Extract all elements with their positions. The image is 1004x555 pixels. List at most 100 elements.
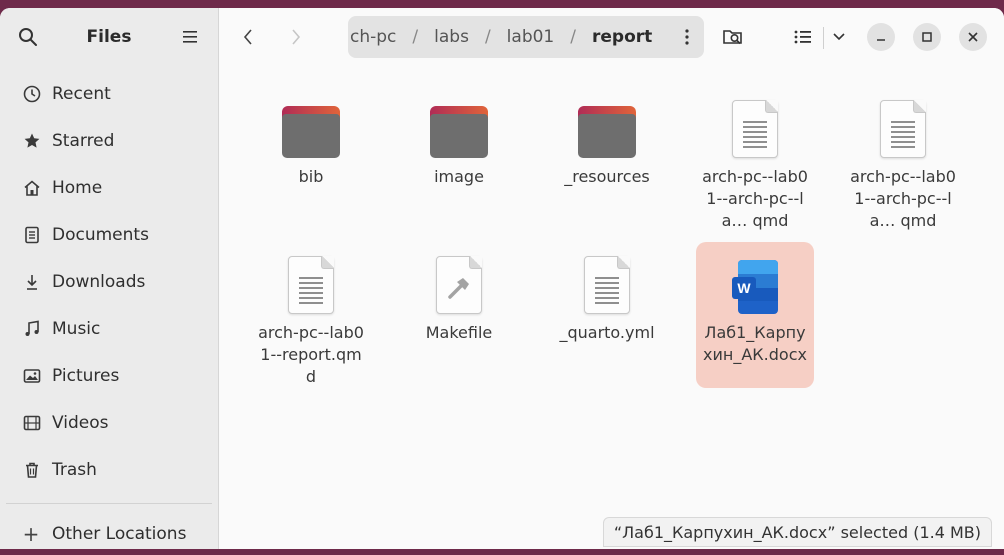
file-item-docx[interactable]: W Лаб1_Карпухин_АК.docx	[696, 242, 814, 388]
pictures-icon	[22, 366, 42, 386]
home-icon	[22, 178, 42, 198]
file-name: arch-pc--lab01--report.qmd	[258, 323, 364, 386]
path-menu-button[interactable]	[670, 20, 704, 54]
sidebar-item-label: Trash	[52, 459, 97, 480]
file-icon-wrap	[252, 92, 370, 158]
sidebar-item-home[interactable]: Home	[0, 164, 218, 211]
sidebar-item-label: Downloads	[52, 271, 146, 292]
header-bar: ch-pc / labs / lab01 / report	[219, 8, 1004, 66]
file-name: arch-pc--lab01--arch-pc--la… qmd	[850, 167, 956, 230]
file-name: _resources	[564, 167, 650, 186]
folder-icon	[578, 106, 636, 158]
files-window: Files Recent Starred Home Documents Down…	[0, 8, 1004, 549]
plus-icon: +	[22, 522, 40, 546]
sidebar-item-label: Home	[52, 177, 103, 198]
text-file-icon	[732, 100, 778, 158]
file-icon-wrap	[696, 92, 814, 158]
chevron-down-icon	[833, 33, 845, 41]
breadcrumb: ch-pc / labs / lab01 / report	[348, 16, 704, 58]
sidebar-item-label: Other Locations	[52, 524, 187, 544]
sidebar-item-downloads[interactable]: Downloads	[0, 258, 218, 305]
close-button[interactable]	[959, 23, 987, 51]
breadcrumb-separator: /	[484, 27, 491, 47]
sidebar-item-documents[interactable]: Documents	[0, 211, 218, 258]
sidebar-item-recent[interactable]: Recent	[0, 70, 218, 117]
sidebar-item-videos[interactable]: Videos	[0, 399, 218, 446]
breadcrumb-item[interactable]: labs	[432, 27, 471, 47]
file-item-report-qmd[interactable]: arch-pc--lab01--report.qmd	[252, 248, 370, 388]
minimize-icon	[877, 39, 885, 41]
view-options-button[interactable]	[825, 23, 853, 51]
file-name: Makefile	[425, 323, 493, 342]
search-button[interactable]	[14, 23, 42, 51]
sidebar-item-label: Music	[52, 318, 101, 339]
sidebar-item-label: Recent	[52, 83, 111, 104]
breadcrumb-item[interactable]: lab01	[505, 27, 557, 47]
file-icon-wrap: W	[696, 248, 814, 314]
file-icon-wrap	[548, 92, 666, 158]
star-icon	[22, 131, 42, 151]
folder-icon	[282, 106, 340, 158]
word-document-icon: W	[732, 260, 778, 314]
back-button[interactable]	[233, 22, 263, 52]
sidebar-places: Recent Starred Home Documents Downloads …	[0, 66, 218, 493]
breadcrumb-item[interactable]: ch-pc	[348, 27, 398, 47]
file-icon-wrap	[400, 92, 518, 158]
close-icon	[968, 32, 978, 42]
text-file-icon	[584, 256, 630, 314]
text-file-icon	[288, 256, 334, 314]
breadcrumb-current[interactable]: report	[590, 27, 654, 47]
view-toggle-button[interactable]	[789, 23, 817, 51]
file-item-qmd-2[interactable]: arch-pc--lab01--arch-pc--la… qmd	[844, 92, 962, 232]
minimize-button[interactable]	[867, 23, 895, 51]
folder-search-icon	[723, 30, 742, 45]
sidebar-item-music[interactable]: Music	[0, 305, 218, 352]
sidebar-item-label: Pictures	[52, 365, 120, 386]
music-icon	[22, 319, 42, 339]
breadcrumb-separator: /	[570, 27, 576, 47]
file-item-makefile[interactable]: Makefile	[400, 248, 518, 344]
breadcrumb-separator: /	[412, 27, 419, 47]
trash-icon	[22, 460, 42, 480]
status-bar: “Лаб1_Карпухин_АК.docx” selected (1.4 MB…	[602, 517, 992, 547]
sidebar-item-other-locations[interactable]: + Other Locations	[0, 518, 218, 549]
sidebar-item-label: Starred	[52, 130, 115, 151]
sidebar-item-label: Videos	[52, 412, 109, 433]
sidebar: Files Recent Starred Home Documents Down…	[0, 8, 219, 549]
file-name: bib	[298, 167, 324, 186]
text-file-icon	[880, 100, 926, 158]
sidebar-header: Files	[0, 8, 218, 66]
file-icon-wrap	[400, 248, 518, 314]
forward-button[interactable]	[281, 22, 311, 52]
file-item-image[interactable]: image	[400, 92, 518, 188]
sidebar-item-starred[interactable]: Starred	[0, 117, 218, 164]
file-item-resources[interactable]: _resources	[548, 92, 666, 188]
chevron-left-icon	[243, 29, 252, 45]
file-icon-wrap	[844, 92, 962, 158]
main-menu-button[interactable]	[176, 23, 204, 51]
makefile-icon	[436, 256, 482, 314]
documents-icon	[22, 225, 42, 245]
downloads-icon	[22, 272, 42, 292]
chevron-right-icon	[292, 29, 301, 45]
toolbar-divider	[823, 27, 824, 49]
file-item-qmd-1[interactable]: arch-pc--lab01--arch-pc--la… qmd	[696, 92, 814, 232]
more-vertical-icon	[685, 29, 689, 45]
sidebar-divider	[6, 503, 212, 504]
folder-icon	[430, 106, 488, 158]
file-grid: bib image _resources arch-pc--lab01--arc…	[219, 66, 1004, 549]
file-name: Лаб1_Карпухин_АК.docx	[703, 323, 807, 364]
sidebar-item-trash[interactable]: Trash	[0, 446, 218, 493]
clock-icon	[22, 84, 42, 104]
videos-icon	[22, 413, 42, 433]
main-view: ch-pc / labs / lab01 / report bib image …	[219, 8, 1004, 549]
file-item-bib[interactable]: bib	[252, 92, 370, 188]
list-view-icon	[794, 30, 811, 44]
maximize-button[interactable]	[913, 23, 941, 51]
search-folder-button[interactable]	[719, 23, 747, 51]
maximize-icon	[922, 32, 932, 42]
app-title: Files	[86, 27, 132, 47]
file-icon-wrap	[252, 248, 370, 314]
sidebar-item-pictures[interactable]: Pictures	[0, 352, 218, 399]
file-item-quarto-yml[interactable]: _quarto.yml	[548, 248, 666, 344]
